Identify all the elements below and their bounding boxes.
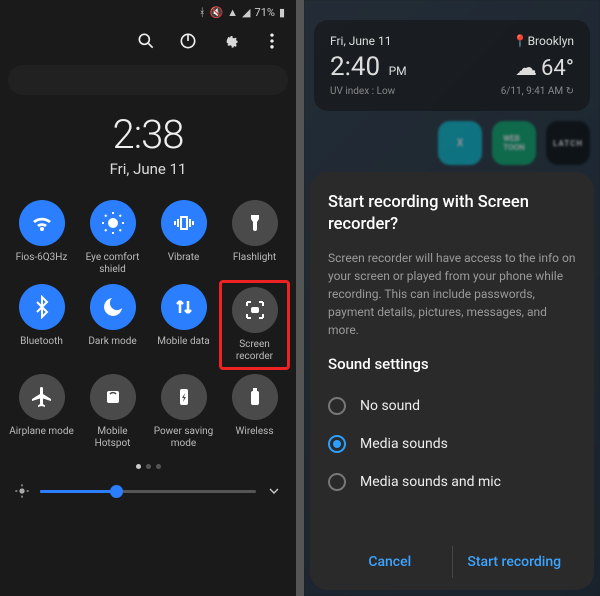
bluetooth-icon[interactable] (19, 284, 65, 330)
radio-icon (328, 435, 346, 453)
tile-label: Mobile data (157, 336, 210, 360)
signal-status-icon: ◢ (242, 6, 250, 19)
app-icon: X (438, 121, 482, 165)
radio-label: Media sounds (360, 436, 448, 452)
status-bar: ᚼ 🔇 ▲ ◢ 71% ▮ (0, 0, 296, 25)
clock-time: 2:38 (0, 111, 296, 158)
brightness-slider[interactable] (40, 490, 256, 493)
clock-block: 2:38 Fri, June 11 (0, 99, 296, 200)
tile-label: Bluetooth (20, 336, 63, 360)
tile-powersave: Power saving mode (150, 374, 217, 450)
weather-ampm: PM (389, 64, 407, 78)
notification-placeholder (8, 65, 288, 95)
top-action-row (0, 25, 296, 61)
settings-gear-icon[interactable] (220, 31, 240, 51)
sound-settings-title: Sound settings (328, 355, 576, 373)
airplane-icon[interactable] (19, 374, 65, 420)
cloud-icon: ☁ (515, 56, 537, 81)
weather-uv: UV index : Low (330, 86, 395, 97)
tile-label: Screen recorder (224, 339, 285, 363)
tiles-grid: Fios-6Q3Hz Eye comfort shield Vibrate Flash… (0, 200, 296, 450)
weather-updated: 6/11, 9:41 AM ↻ (501, 86, 574, 97)
screen-recorder-dialog-panel: Fri, June 11 📍Brooklyn 2:40 PM ☁64° UV i… (304, 0, 600, 596)
tile-label: Eye comfort shield (79, 252, 146, 276)
wireless-icon[interactable] (232, 374, 278, 420)
page-dot (136, 464, 141, 469)
weather-widget: Fri, June 11 📍Brooklyn 2:40 PM ☁64° UV i… (314, 20, 590, 111)
sound-option-mic[interactable]: Media sounds and mic (328, 463, 576, 501)
tile-flashlight: Flashlight (221, 200, 288, 276)
tile-bluetooth: Bluetooth (8, 284, 75, 366)
expand-chevron-icon[interactable] (266, 483, 282, 499)
hotspot-icon[interactable] (90, 374, 136, 420)
page-dot (156, 464, 161, 469)
radio-icon (328, 397, 346, 415)
tile-wireless: Wireless (221, 374, 288, 450)
tile-label: Vibrate (168, 252, 200, 276)
weather-location: Brooklyn (528, 34, 574, 48)
power-icon[interactable] (178, 31, 198, 51)
brightness-icon (14, 483, 30, 499)
cancel-button[interactable]: Cancel (328, 546, 452, 578)
search-icon[interactable] (136, 31, 156, 51)
screenrec-icon[interactable] (232, 287, 278, 333)
dialog-body: Screen recorder will have access to the … (328, 249, 576, 339)
tile-mobiledata: Mobile data (150, 284, 217, 366)
page-indicator (0, 450, 296, 475)
radio-label: Media sounds and mic (360, 474, 501, 490)
battery-status-icon: ▮ (279, 6, 285, 19)
tile-label: Wireless (236, 426, 274, 450)
battery-percent: 71% (255, 6, 275, 19)
tile-hotspot: Mobile Hotspot (79, 374, 146, 450)
home-app-row: X WEBTOON LATCH (304, 119, 600, 177)
weather-date: Fri, June 11 (330, 34, 392, 48)
weather-time: 2:40 (330, 52, 380, 82)
clock-date: Fri, June 11 (0, 160, 296, 178)
mute-status-icon: 🔇 (209, 6, 223, 19)
wifi-icon[interactable] (19, 200, 65, 246)
wifi-status-icon: ▲ (227, 6, 238, 19)
tile-eyecomfort: Eye comfort shield (79, 200, 146, 276)
sound-option-none[interactable]: No sound (328, 387, 576, 425)
tile-label: Flashlight (233, 252, 276, 276)
tile-label: Dark mode (88, 336, 136, 360)
tile-label: Fios-6Q3Hz (16, 252, 68, 276)
screen-recorder-dialog: Start recording with Screen recorder? Sc… (310, 172, 594, 590)
quick-settings-panel: ᚼ 🔇 ▲ ◢ 71% ▮ 2:38 Fri, June 11 Fios-6Q3… (0, 0, 296, 596)
vibrate-icon[interactable] (161, 200, 207, 246)
sound-option-media[interactable]: Media sounds (328, 425, 576, 463)
darkmode-icon[interactable] (90, 284, 136, 330)
app-icon: WEBTOON (492, 121, 536, 165)
tile-vibrate: Vibrate (150, 200, 217, 276)
start-recording-button[interactable]: Start recording (453, 546, 577, 578)
powersave-icon[interactable] (161, 374, 207, 420)
page-dot (146, 464, 151, 469)
tile-screenrec: Screen recorder (219, 280, 290, 370)
weather-temp: 64° (541, 56, 574, 81)
radio-label: No sound (360, 398, 420, 414)
eyecomfort-icon[interactable] (90, 200, 136, 246)
tile-label: Mobile Hotspot (79, 426, 146, 450)
brightness-row (0, 475, 296, 507)
tile-label: Airplane mode (9, 426, 74, 450)
tile-darkmode: Dark mode (79, 284, 146, 366)
dialog-actions: Cancel Start recording (328, 534, 576, 578)
tile-wifi: Fios-6Q3Hz (8, 200, 75, 276)
bluetooth-status-icon: ᚼ (199, 6, 206, 19)
app-icon: LATCH (546, 121, 590, 165)
dialog-title: Start recording with Screen recorder? (328, 192, 576, 237)
tile-airplane: Airplane mode (8, 374, 75, 450)
radio-icon (328, 473, 346, 491)
flashlight-icon[interactable] (232, 200, 278, 246)
more-icon[interactable] (262, 31, 282, 51)
mobiledata-icon[interactable] (161, 284, 207, 330)
tile-label: Power saving mode (150, 426, 217, 450)
sound-options: No sound Media sounds Media sounds and mic (328, 387, 576, 501)
location-pin-icon: 📍 (513, 34, 528, 48)
